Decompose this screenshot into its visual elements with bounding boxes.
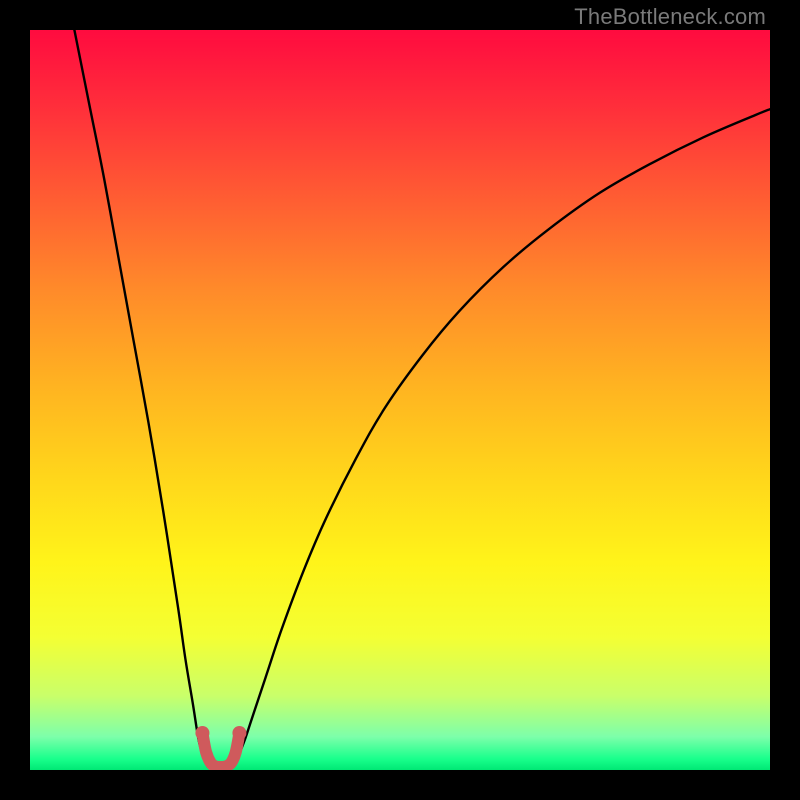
bottleneck-chart bbox=[30, 30, 770, 770]
marker-endpoint bbox=[232, 726, 246, 740]
watermark-text: TheBottleneck.com bbox=[574, 4, 766, 30]
chart-frame bbox=[30, 30, 770, 770]
gradient-background bbox=[30, 30, 770, 770]
marker-endpoint bbox=[195, 726, 209, 740]
